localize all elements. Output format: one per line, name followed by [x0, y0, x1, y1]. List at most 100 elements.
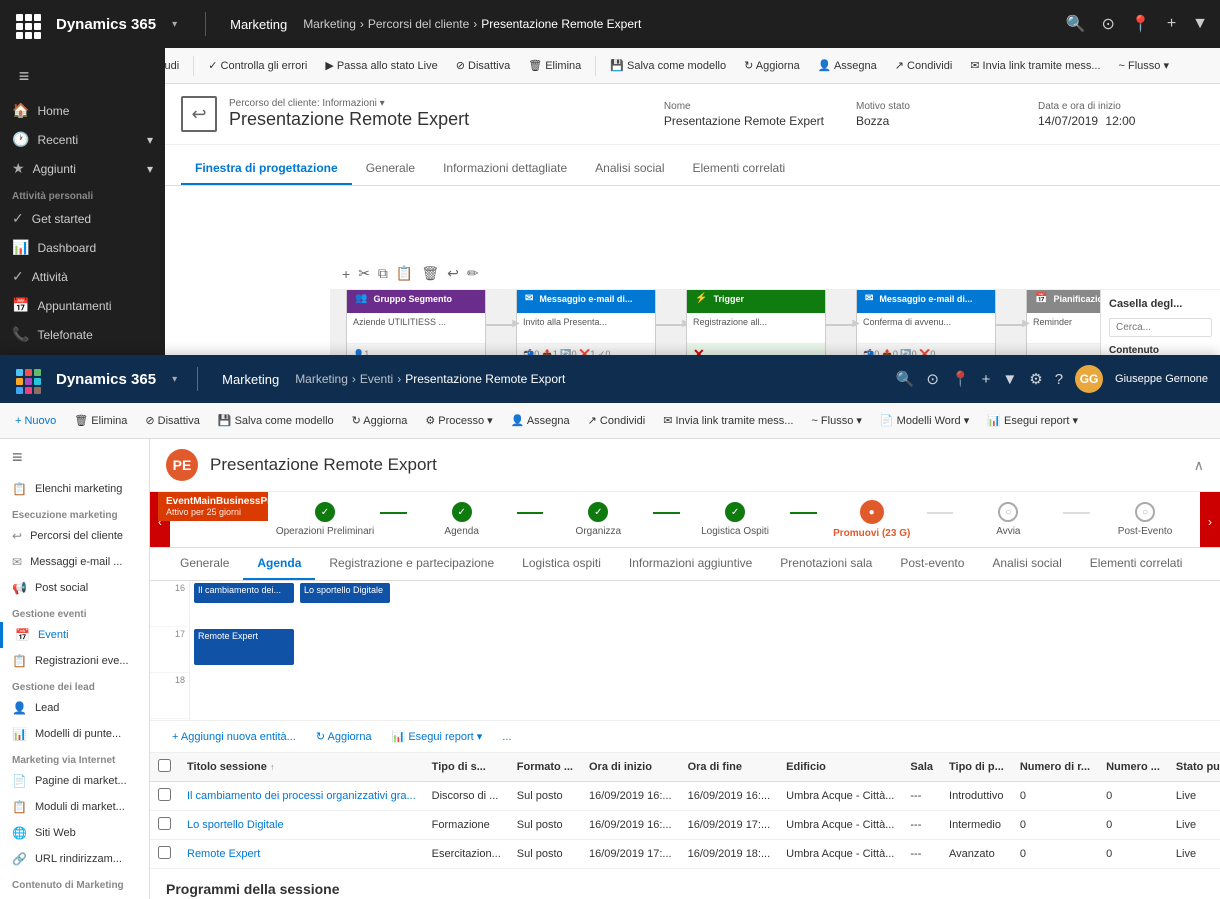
row-checkbox-input-2[interactable]	[158, 817, 171, 830]
assign-button-bottom[interactable]: 👤 Assegna	[504, 411, 577, 430]
col-formato[interactable]: Formato ...	[509, 753, 581, 782]
disable-button-top[interactable]: ⊘ Disattiva	[449, 56, 517, 75]
help-icon-bottom[interactable]: ?	[1055, 371, 1063, 388]
sidebar-registrazioni[interactable]: 📋 Registrazioni eve...	[0, 648, 149, 674]
bpf-stage-avvia[interactable]: ○ Avvia	[953, 502, 1063, 537]
sidebar-aggiunti-top[interactable]: ★ Aggiunti ▾	[0, 154, 165, 183]
edit-canvas-icon[interactable]: ✏	[467, 265, 479, 282]
select-all-checkbox[interactable]	[158, 759, 171, 772]
col-num-r[interactable]: Numero di r...	[1012, 753, 1098, 782]
location-icon-top[interactable]: 📍	[1131, 14, 1151, 34]
share-button-bottom[interactable]: ↗ Condividi	[581, 411, 653, 430]
row-checkbox-input-3[interactable]	[158, 846, 171, 859]
sidebar-url[interactable]: 🔗 URL rindirizzam...	[0, 846, 149, 872]
bpf-active-block[interactable]: EventMainBusinessProce... Attivo per 25 …	[158, 492, 268, 521]
filter-icon-top[interactable]: ▼	[1192, 15, 1208, 33]
delete-button-top[interactable]: 🗑 Elimina	[521, 56, 588, 75]
sidebar-elenchi-marketing[interactable]: 📋 Elenchi marketing	[0, 476, 149, 502]
bottom-app-name[interactable]: Dynamics 365	[48, 371, 164, 388]
schedule-event-remote[interactable]: Remote Expert	[194, 629, 294, 665]
col-stato-pu[interactable]: Stato pu...	[1168, 753, 1220, 782]
more-sessions-button[interactable]: ...	[496, 728, 517, 746]
sidebar-pagine-market[interactable]: 📄 Pagine di market...	[0, 768, 149, 794]
sidebar-file[interactable]: 📁 File	[0, 893, 149, 899]
user-name[interactable]: Giuseppe Gernone	[1115, 373, 1208, 385]
bpf-stage-logistica[interactable]: ✓ Logistica Ospiti	[680, 502, 790, 537]
cut-canvas-icon[interactable]: ✂	[358, 265, 370, 282]
bpf-stage-operazioni[interactable]: ✓ Operazioni Preliminari	[270, 502, 380, 537]
flow-node-email-1[interactable]: ✉ Messaggio e-mail di... Invito alla Pre…	[516, 290, 656, 359]
schedule-content[interactable]: Il cambiamento dei... Lo sportello Digit…	[190, 581, 1220, 720]
add-icon-bottom[interactable]: +	[982, 371, 991, 388]
paste-canvas-icon[interactable]: 📋	[396, 265, 413, 282]
hamburger-icon-bottom[interactable]: ≡	[0, 439, 149, 476]
row-checkbox-1[interactable]	[150, 782, 179, 811]
template-button-top[interactable]: 💾 Salva come modello	[603, 56, 733, 75]
top-app-name[interactable]: Dynamics 365	[48, 16, 164, 33]
filter-icon-bottom[interactable]: ▼	[1002, 371, 1017, 388]
delete-button-bottom[interactable]: 🗑 Elimina	[67, 411, 134, 430]
copy-canvas-icon[interactable]: ⧉	[378, 265, 388, 282]
top-app-chevron-icon[interactable]: ▾	[172, 19, 177, 30]
tab-registrazione[interactable]: Registrazione e partecipazione	[315, 548, 508, 580]
event-collapse-icon[interactable]: ∧	[1194, 457, 1204, 474]
titolo-link-1[interactable]: Il cambiamento dei processi organizzativ…	[187, 790, 416, 802]
top-module-name[interactable]: Marketing	[222, 17, 295, 32]
sidebar-telefonate-top[interactable]: 📞 Telefonate	[0, 320, 165, 349]
check-button-top[interactable]: ✓ Controlla gli errori	[201, 56, 314, 75]
titolo-link-3[interactable]: Remote Expert	[187, 848, 260, 860]
breadcrumb-marketing-bottom[interactable]: Marketing	[295, 372, 348, 386]
tab-post-evento[interactable]: Post-evento	[886, 548, 978, 580]
select-all-checkbox-header[interactable]	[150, 753, 179, 782]
row-checkbox-input-1[interactable]	[158, 788, 171, 801]
bpf-stage-agenda[interactable]: ✓ Agenda	[407, 502, 517, 537]
gear-icon-bottom[interactable]: ⚙	[1029, 370, 1042, 388]
flow-node-email-2[interactable]: ✉ Messaggio e-mail di... Conferma di avv…	[856, 290, 996, 359]
live-button-top[interactable]: ▶ Passa allo stato Live	[318, 56, 444, 75]
tab-elementi-correlati-event[interactable]: Elementi correlati	[1076, 548, 1197, 580]
tab-logistica-ospiti[interactable]: Logistica ospiti	[508, 548, 615, 580]
tab-info-dettagliate[interactable]: Informazioni dettagliate	[429, 153, 581, 185]
disable-button-bottom[interactable]: ⊘ Disattiva	[138, 411, 206, 430]
tab-prenotazioni-sala[interactable]: Prenotazioni sala	[766, 548, 886, 580]
col-sala[interactable]: Sala	[902, 753, 941, 782]
search-icon-top[interactable]: 🔍	[1066, 14, 1086, 34]
tab-finestra[interactable]: Finestra di progettazione	[181, 153, 352, 185]
undo-canvas-icon[interactable]: ↩	[447, 265, 459, 282]
flow-button-top[interactable]: ~ Flusso ▾	[1112, 56, 1176, 75]
canvas-flow-area[interactable]: 👥 Gruppo Segmento Aziende UTILITIESS ...…	[330, 290, 1220, 359]
col-ora-inizio[interactable]: Ora di inizio	[581, 753, 680, 782]
sidebar-messaggi[interactable]: ✉ Messaggi e-mail ...	[0, 549, 149, 575]
tab-generale-event[interactable]: Generale	[166, 548, 243, 580]
process-button-bottom[interactable]: ⚙ Processo ▾	[418, 411, 499, 430]
bpf-stage-post[interactable]: ○ Post-Evento	[1090, 502, 1200, 537]
report-button-bottom[interactable]: 📊 Esegui report ▾	[980, 411, 1085, 430]
col-tipo-s[interactable]: Tipo di s...	[424, 753, 509, 782]
modelli-button-bottom[interactable]: 📄 Modelli Word ▾	[873, 411, 976, 430]
sidebar-recenti-top[interactable]: 🕐 Recenti ▾	[0, 125, 165, 154]
sidebar-attivita-top[interactable]: ✓ Attività	[0, 262, 165, 291]
tab-info-aggiuntive[interactable]: Informazioni aggiuntive	[615, 548, 766, 580]
tab-elementi-correlati-top[interactable]: Elementi correlati	[679, 153, 800, 185]
tab-generale-top[interactable]: Generale	[352, 153, 429, 185]
assign-button-top[interactable]: 👤 Assegna	[811, 56, 884, 75]
settings2-icon-bottom[interactable]: ⊙	[926, 370, 939, 388]
panel-search-input[interactable]	[1109, 318, 1212, 337]
tab-analisi-social-top[interactable]: Analisi social	[581, 153, 678, 185]
new-button-bottom[interactable]: + Nuovo	[8, 412, 63, 430]
tab-analisi-social-event[interactable]: Analisi social	[978, 548, 1075, 580]
settings-icon-top[interactable]: ⊙	[1101, 14, 1114, 34]
hamburger-icon-top[interactable]: ≡	[8, 60, 40, 92]
search-icon-bottom[interactable]: 🔍	[896, 370, 915, 388]
waffle-menu-bottom[interactable]	[12, 365, 40, 393]
share-button-top[interactable]: ↗ Condividi	[888, 56, 960, 75]
flow-node-gruppo-segmento[interactable]: 👥 Gruppo Segmento Aziende UTILITIESS ...…	[346, 290, 486, 359]
breadcrumb-percorsi[interactable]: Percorsi del cliente	[368, 17, 469, 31]
flusso-button-bottom[interactable]: ~ Flusso ▾	[804, 411, 868, 430]
refresh-sessions-button[interactable]: ↻ Aggiorna	[310, 727, 378, 746]
breadcrumb-eventi-bottom[interactable]: Eventi	[360, 372, 393, 386]
add-icon-top[interactable]: +	[1167, 15, 1176, 33]
send-link-button-top[interactable]: ✉ Invia link tramite mess...	[963, 56, 1107, 75]
template-button-bottom[interactable]: 💾 Salva come modello	[211, 411, 341, 430]
schedule-event-sportello[interactable]: Lo sportello Digitale	[300, 583, 390, 603]
